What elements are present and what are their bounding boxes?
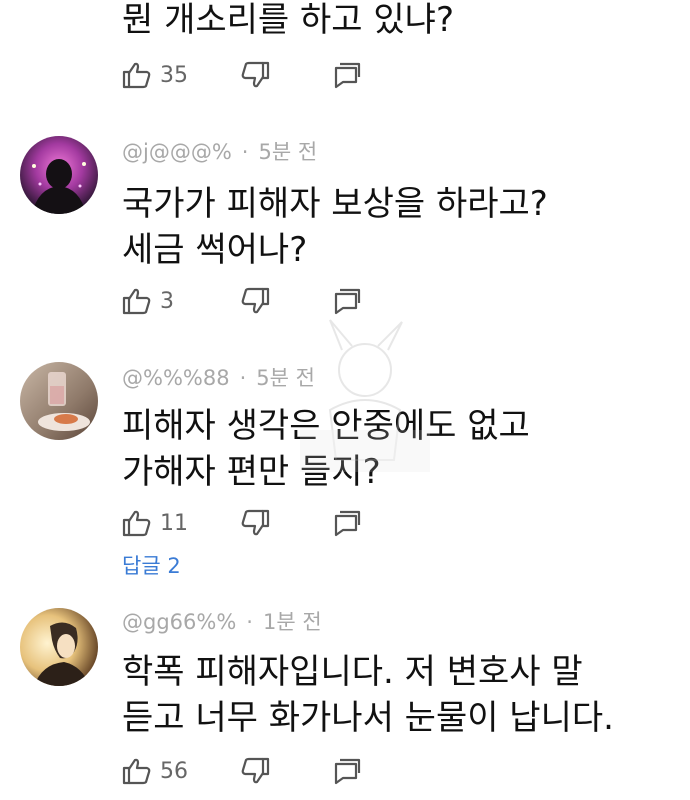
comment-actions: 11 [122, 506, 382, 540]
comment-text-line: 국가가 피해자 보상을 하라고? [122, 184, 548, 224]
watermark-graphic [290, 310, 440, 500]
avatar[interactable] [20, 608, 98, 686]
comment-text-line: 학폭 피해자입니다. 저 변호사 말 [122, 652, 583, 692]
like-count: 11 [160, 510, 188, 536]
username[interactable]: @%%%88 [122, 366, 230, 390]
comment-text-line: 듣고 너무 화가나서 눈물이 납니다. [122, 698, 614, 738]
meta-separator: · [246, 610, 253, 634]
view-replies-link[interactable]: 답글 2 [122, 550, 181, 580]
like-button[interactable]: 11 [122, 506, 188, 540]
reply-icon [332, 756, 362, 786]
meta-separator: · [239, 366, 247, 390]
like-count: 3 [160, 288, 174, 314]
comment-actions: 35 [122, 58, 382, 92]
avatar[interactable] [20, 362, 98, 440]
thumbs-down-icon [240, 756, 270, 786]
thumbs-down-icon [240, 508, 270, 538]
reply-button[interactable] [332, 754, 362, 788]
comment-actions: 56 [122, 754, 382, 788]
dislike-button[interactable] [240, 284, 270, 318]
comment-text-line: 세금 썩어나? [122, 230, 308, 270]
reply-icon [332, 508, 362, 538]
reply-icon [332, 60, 362, 90]
thumbs-up-icon [122, 60, 152, 90]
like-count: 56 [160, 758, 188, 784]
like-button[interactable]: 35 [122, 58, 188, 92]
timestamp: 5분 전 [258, 140, 318, 164]
meta-separator: · [241, 140, 249, 164]
reply-button[interactable] [332, 58, 362, 92]
reply-button[interactable] [332, 506, 362, 540]
dislike-button[interactable] [240, 754, 270, 788]
thumbs-up-icon [122, 756, 152, 786]
like-button[interactable]: 56 [122, 754, 188, 788]
comment-meta: @gg66%% · 1분 전 [122, 606, 322, 636]
thumbs-down-icon [240, 286, 270, 316]
timestamp: 1분 전 [262, 610, 322, 634]
thumbs-down-icon [240, 60, 270, 90]
comment-meta: @j@@@% · 5분 전 [122, 136, 317, 166]
username[interactable]: @gg66%% [122, 610, 236, 634]
dislike-button[interactable] [240, 58, 270, 92]
like-button[interactable]: 3 [122, 284, 174, 318]
comment-meta: @%%%88 · 5분 전 [122, 362, 315, 392]
comment-text: 뭔 개소리를 하고 있냐? [122, 0, 454, 40]
thumbs-up-icon [122, 508, 152, 538]
dislike-button[interactable] [240, 506, 270, 540]
avatar[interactable] [20, 136, 98, 214]
thumbs-up-icon [122, 286, 152, 316]
username[interactable]: @j@@@% [122, 140, 232, 164]
like-count: 35 [160, 62, 188, 88]
